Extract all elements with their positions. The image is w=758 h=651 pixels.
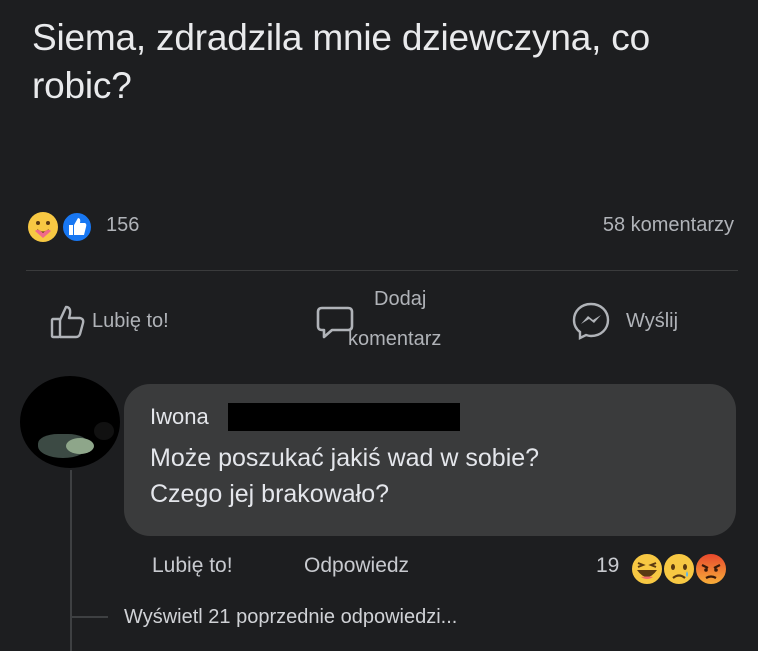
like-label: Lubię to! bbox=[92, 310, 169, 332]
care-emoji-icon bbox=[28, 212, 58, 242]
send-button[interactable]: Wyślij bbox=[570, 300, 710, 340]
send-label: Wyślij bbox=[626, 310, 679, 332]
comment-author[interactable]: Iwona bbox=[150, 404, 209, 430]
avatar[interactable] bbox=[20, 376, 120, 468]
comment-text-line2: Czego jej brakowało? bbox=[150, 480, 390, 508]
comment-label-line1: Dodaj bbox=[374, 288, 427, 310]
comments-count-link[interactable]: 58 komentarzy bbox=[603, 214, 734, 237]
reaction-icons bbox=[26, 210, 100, 243]
reaction-count: 156 bbox=[106, 214, 140, 236]
comment-text-line1: Może poszukać jakiś wad w sobie? bbox=[150, 444, 540, 472]
angry-emoji-icon bbox=[694, 552, 728, 586]
like-thumb-icon bbox=[61, 211, 93, 243]
comment-reaction-icons[interactable] bbox=[628, 550, 740, 586]
thumbs-up-icon bbox=[50, 305, 85, 339]
comment-reply-button[interactable]: Odpowiedz bbox=[304, 554, 409, 578]
thread-branch bbox=[70, 616, 108, 618]
comment-reaction-count: 19 bbox=[596, 554, 620, 577]
reactions-summary[interactable]: 156 58 komentarzy bbox=[26, 208, 738, 244]
comment-like-button[interactable]: Lubię to! bbox=[152, 554, 233, 578]
comment-actions: Lubię to! Odpowiedz 19 bbox=[150, 550, 740, 590]
comment-button[interactable]: Dodaj komentarz bbox=[316, 288, 486, 352]
comment-text: Może poszukać jakiś wad w sobie? Czego j… bbox=[150, 440, 710, 512]
like-button[interactable]: Lubię to! bbox=[48, 300, 218, 340]
comment-bubble: Iwona Może poszukać jakiś wad w sobie? C… bbox=[124, 384, 736, 536]
comment-label-line2: komentarz bbox=[348, 328, 442, 350]
divider bbox=[26, 270, 738, 271]
thread-line bbox=[70, 470, 72, 651]
redaction-bar bbox=[228, 403, 460, 431]
messenger-icon bbox=[572, 302, 610, 340]
view-previous-replies-link[interactable]: Wyświetl 21 poprzednie odpowiedzi... bbox=[124, 606, 457, 629]
post-text: Siema, zdradzila mnie dziewczyna, co rob… bbox=[32, 17, 650, 106]
